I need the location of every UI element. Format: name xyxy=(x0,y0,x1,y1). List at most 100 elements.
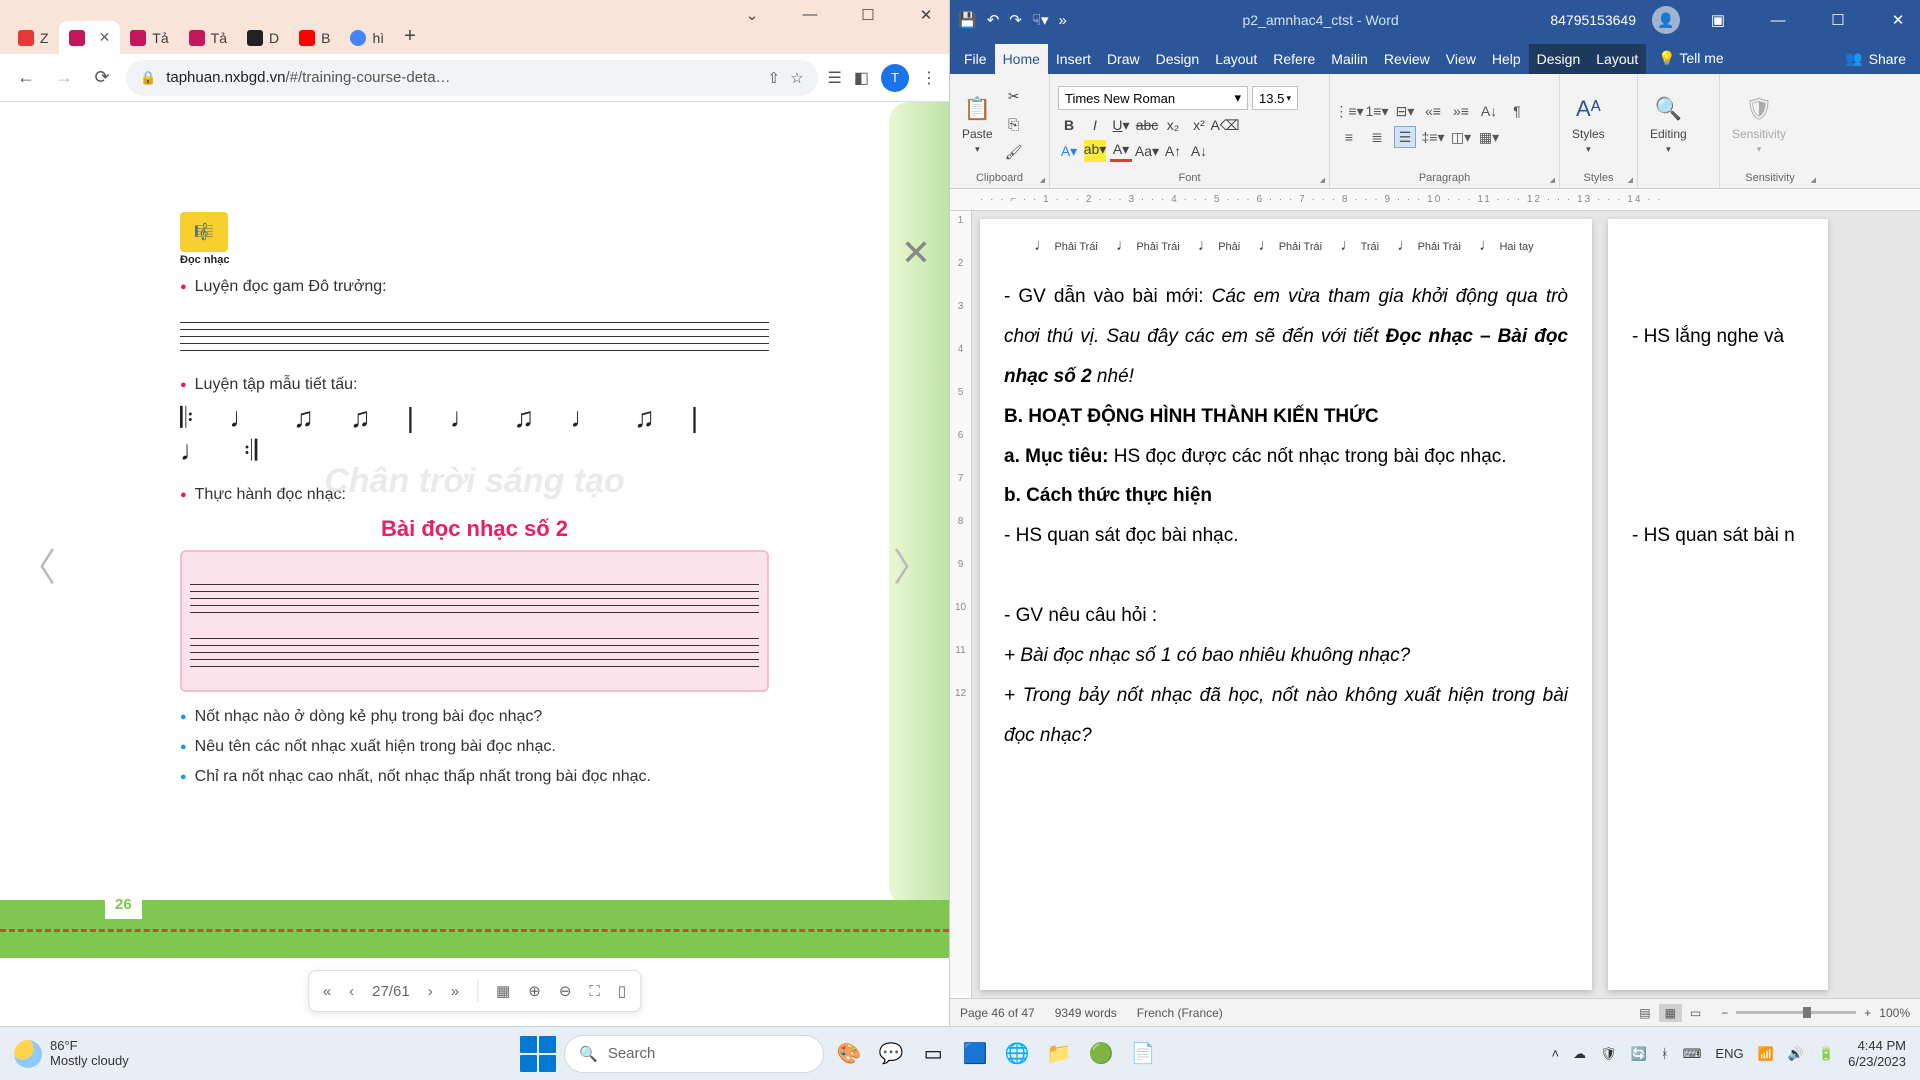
zoom-out-icon[interactable]: ⊖ xyxy=(559,982,572,1000)
tab-table-layout[interactable]: Layout xyxy=(1588,44,1646,74)
wifi-icon[interactable]: 📶 xyxy=(1758,1046,1774,1062)
back-button[interactable]: ← xyxy=(12,64,40,92)
menu-icon[interactable]: ⋮ xyxy=(921,68,937,88)
close-reader-icon[interactable]: ✕ xyxy=(901,232,931,274)
save-icon[interactable]: 💾 xyxy=(958,11,977,29)
reload-button[interactable]: ⟳ xyxy=(88,64,116,92)
zoom-level[interactable]: 100% xyxy=(1879,1006,1910,1020)
address-bar[interactable]: 🔒 taphuan.nxbgd.vn/#/training-course-det… xyxy=(126,60,818,96)
zoom-out-button[interactable]: − xyxy=(1721,1006,1728,1020)
chrome-taskbar-icon[interactable]: 🟢 xyxy=(1084,1037,1118,1071)
weather-widget[interactable]: 86°FMostly cloudy xyxy=(14,1039,129,1068)
sort-icon[interactable]: A↓ xyxy=(1478,100,1500,122)
vertical-ruler[interactable]: 123456789101112 xyxy=(950,211,972,998)
read-mode-icon[interactable]: ▤ xyxy=(1639,1006,1650,1020)
cut-icon[interactable]: ✂ xyxy=(1003,85,1025,107)
side-panel-icon[interactable]: ◧ xyxy=(854,68,869,88)
new-tab-button[interactable]: + xyxy=(394,19,426,54)
line-spacing-icon[interactable]: ‡≡▾ xyxy=(1422,126,1444,148)
tab-draw[interactable]: Draw xyxy=(1099,44,1148,74)
tab-table-design[interactable]: Design xyxy=(1529,44,1589,74)
word-taskbar-icon[interactable]: 📄 xyxy=(1126,1037,1160,1071)
browser-tab[interactable]: D xyxy=(237,22,289,54)
edge-icon[interactable]: 🌐 xyxy=(1000,1037,1034,1071)
first-page-icon[interactable]: « xyxy=(323,983,331,1000)
profile-button[interactable]: T xyxy=(881,64,909,92)
page-status[interactable]: Page 46 of 47 xyxy=(960,1006,1035,1020)
italic-button[interactable]: I xyxy=(1084,114,1106,136)
subscript-button[interactable]: x₂ xyxy=(1162,114,1184,136)
tab-design[interactable]: Design xyxy=(1148,44,1208,74)
browser-tab[interactable]: Tả xyxy=(179,22,237,54)
redo-icon[interactable]: ↷ xyxy=(1009,11,1022,29)
shrink-font-icon[interactable]: A↓ xyxy=(1188,140,1210,162)
clock[interactable]: 4:44 PM 6/23/2023 xyxy=(1848,1038,1906,1069)
task-view-icon[interactable]: ▭ xyxy=(916,1037,950,1071)
tab-references[interactable]: Refere xyxy=(1265,44,1323,74)
print-layout-icon[interactable]: ▦ xyxy=(1659,1004,1682,1022)
keyboard-icon[interactable]: ⌨ xyxy=(1683,1046,1702,1062)
volume-icon[interactable]: 🔊 xyxy=(1788,1046,1804,1062)
strikethrough-button[interactable]: abc xyxy=(1136,114,1158,136)
update-icon[interactable]: 🔄 xyxy=(1631,1046,1647,1062)
paste-button[interactable]: 📋Paste▾ xyxy=(958,92,997,157)
tab-review[interactable]: Review xyxy=(1376,44,1438,74)
horizontal-ruler[interactable]: · · · ⌐ · · 1 · · · 2 · · · 3 · · · 4 · … xyxy=(950,189,1920,211)
grid-view-icon[interactable]: ▦ xyxy=(496,982,510,1000)
maximize-icon[interactable]: ☐ xyxy=(1816,11,1860,29)
change-case-icon[interactable]: Aa▾ xyxy=(1136,140,1158,162)
document-page[interactable]: - HS lắng nghe và - HS quan sát bài n xyxy=(1608,219,1828,990)
bluetooth-icon[interactable]: ᚼ xyxy=(1661,1046,1669,1061)
minimize-icon[interactable]: — xyxy=(793,6,827,24)
zoom-in-icon[interactable]: ⊕ xyxy=(528,982,541,1000)
qat-more-icon[interactable]: » xyxy=(1059,12,1067,29)
bullets-icon[interactable]: ⋮≡▾ xyxy=(1338,100,1360,122)
tab-help[interactable]: Help xyxy=(1484,44,1529,74)
taskbar-search[interactable]: 🔍Search xyxy=(564,1035,824,1073)
align-left-icon[interactable]: ≡ xyxy=(1338,126,1360,148)
align-center-icon[interactable]: ≣ xyxy=(1366,126,1388,148)
increase-indent-icon[interactable]: »≡ xyxy=(1450,100,1472,122)
browser-tab[interactable]: B xyxy=(289,22,340,54)
tab-view[interactable]: View xyxy=(1438,44,1484,74)
multilevel-icon[interactable]: ⊟▾ xyxy=(1394,100,1416,122)
chevron-down-icon[interactable]: ⌄ xyxy=(735,6,769,24)
tab-home[interactable]: Home xyxy=(995,44,1048,74)
widgets-icon[interactable]: 🎨 xyxy=(832,1037,866,1071)
align-justify-icon[interactable]: ☰ xyxy=(1394,126,1416,148)
chat-icon[interactable]: 💬 xyxy=(874,1037,908,1071)
font-name-select[interactable]: Times New Roman▾ xyxy=(1058,86,1248,110)
editing-button[interactable]: 🔍Editing▾ xyxy=(1646,92,1691,157)
last-page-icon[interactable]: » xyxy=(451,983,459,1000)
browser-tab[interactable]: Z xyxy=(8,22,59,54)
prev-page-button[interactable]: 〈 xyxy=(18,537,56,592)
browser-tab-active[interactable]: ✕ xyxy=(59,21,121,54)
tab-file[interactable]: File xyxy=(956,44,995,74)
browser-tab[interactable]: hì xyxy=(340,22,394,54)
grow-font-icon[interactable]: A↑ xyxy=(1162,140,1184,162)
font-size-select[interactable]: 13.5▾ xyxy=(1252,86,1298,110)
user-avatar-icon[interactable]: 👤 xyxy=(1652,6,1680,34)
language-indicator[interactable]: ENG xyxy=(1715,1046,1743,1061)
superscript-button[interactable]: x² xyxy=(1188,114,1210,136)
tab-layout[interactable]: Layout xyxy=(1207,44,1265,74)
share-button[interactable]: 👥Share xyxy=(1831,43,1920,74)
clear-format-icon[interactable]: A⌫ xyxy=(1214,114,1236,136)
bookmark-icon[interactable]: ☆ xyxy=(790,69,803,87)
close-icon[interactable]: ✕ xyxy=(1876,11,1920,29)
copy-icon[interactable]: ⎘ xyxy=(1003,113,1025,135)
prev-icon[interactable]: ‹ xyxy=(349,983,354,1000)
web-layout-icon[interactable]: ▭ xyxy=(1690,1006,1701,1020)
bold-button[interactable]: B xyxy=(1058,114,1080,136)
next-icon[interactable]: › xyxy=(428,983,433,1000)
word-count[interactable]: 9349 words xyxy=(1055,1006,1117,1020)
zoom-in-button[interactable]: + xyxy=(1864,1006,1871,1020)
shading-icon[interactable]: ◫▾ xyxy=(1450,126,1472,148)
tray-chevron-icon[interactable]: ˄ xyxy=(1552,1046,1560,1061)
highlight-icon[interactable]: ab▾ xyxy=(1084,140,1106,162)
minimize-icon[interactable]: — xyxy=(1756,12,1800,29)
decrease-indent-icon[interactable]: «≡ xyxy=(1422,100,1444,122)
undo-icon[interactable]: ↶ xyxy=(987,11,1000,29)
zoom-slider[interactable] xyxy=(1736,1011,1856,1014)
styles-button[interactable]: AᴬStyles▾ xyxy=(1568,92,1609,157)
